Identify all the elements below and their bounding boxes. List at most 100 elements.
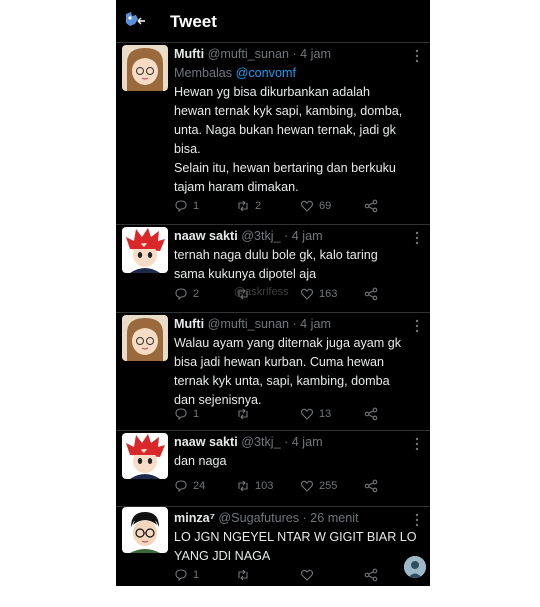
tweet-actions: 2 163 <box>174 287 404 303</box>
like-count: 163 <box>319 288 338 300</box>
display-name[interactable]: minza⁷ <box>174 511 215 525</box>
tweet-text-line: Walau ayam yang diternak juga ayam gk <box>174 336 402 350</box>
avatar-girl-icon <box>122 45 168 91</box>
heart-icon <box>300 408 314 420</box>
reply-button[interactable]: 24 <box>174 479 205 493</box>
reply-button[interactable]: 2 <box>174 287 199 301</box>
tweet-header: Mufti @mufti_sunan · 4 jam <box>174 45 420 64</box>
share-button[interactable] <box>364 407 378 421</box>
back-button[interactable] <box>122 10 148 32</box>
tweet-text-line: bisa. <box>174 142 201 156</box>
reply-button[interactable]: 1 <box>174 199 199 213</box>
timestamp[interactable]: · 26 menit <box>303 511 359 525</box>
tweet-text-line: sama kukunya dipotel aja <box>174 267 317 281</box>
mention-link[interactable]: @convomf <box>236 66 296 80</box>
tweet-text-line: dan naga <box>174 454 227 468</box>
display-name[interactable]: naaw sakti <box>174 229 238 243</box>
tweet-actions: 1 <box>174 568 404 584</box>
like-count: 255 <box>319 480 338 492</box>
share-icon <box>364 479 378 493</box>
reply-icon <box>175 288 187 301</box>
avatar[interactable] <box>122 45 168 91</box>
watermark: @askrlfess <box>234 286 289 298</box>
tweet-text-line: ternak kyk unta, sapi, kambing, domba <box>174 374 390 388</box>
share-icon <box>364 568 378 582</box>
reply-icon <box>175 200 187 213</box>
tweet-thread-screen: Tweet Mufti @mufti_sunan · 4 jam Membala… <box>116 0 430 586</box>
share-button[interactable] <box>364 479 378 493</box>
share-button[interactable] <box>364 568 378 582</box>
tweet-actions: 1 13 <box>174 407 404 423</box>
reply-count: 1 <box>193 408 200 420</box>
avatar[interactable] <box>122 227 168 273</box>
like-button[interactable]: 163 <box>300 287 337 301</box>
reply-button[interactable]: 1 <box>174 568 199 582</box>
timestamp[interactable]: · 4 jam <box>292 317 331 331</box>
avatar-boy-glasses-icon <box>122 507 168 553</box>
tweet-text-line: LO JGN NGEYEL NTAR W GIGIT BIAR LO <box>174 530 417 544</box>
like-count: 13 <box>319 408 332 420</box>
reply-icon <box>175 408 187 421</box>
timestamp[interactable]: · 4 jam <box>284 435 323 449</box>
handle[interactable]: @mufti_sunan <box>208 47 289 61</box>
display-name[interactable]: Mufti <box>174 317 204 331</box>
page-title: Tweet <box>170 12 217 31</box>
tweet-item[interactable]: Mufti @mufti_sunan · 4 jam Membalas @con… <box>116 42 430 225</box>
like-count: 69 <box>319 200 332 212</box>
reply-icon <box>175 480 187 493</box>
tweet-text-line: unta. Naga bukan hewan ternak, jadi gk <box>174 123 396 137</box>
reply-count: 2 <box>193 288 200 300</box>
tweet-header: naaw sakti @3tkj_ · 4 jam <box>174 227 420 246</box>
timestamp[interactable]: · 4 jam <box>292 47 331 61</box>
share-icon <box>364 407 378 421</box>
tweet-item[interactable]: naaw sakti @3tkj_ · 4 jam dan naga 24 10… <box>116 430 430 507</box>
display-name[interactable]: Mufti <box>174 47 204 61</box>
retweet-button[interactable]: 2 <box>236 199 261 213</box>
tweet-header: Mufti @mufti_sunan · 4 jam <box>174 315 420 334</box>
like-button[interactable] <box>300 568 319 582</box>
reply-icon <box>175 569 187 582</box>
tweet-text-line: Selain itu, hewan bertaring dan berkuku <box>174 161 396 175</box>
reply-count: 1 <box>193 200 200 212</box>
tweet-text-line: hewan ternak kyk sapi, kambing, domba, <box>174 104 403 118</box>
display-name[interactable]: naaw sakti <box>174 435 238 449</box>
tweet-item[interactable]: naaw sakti @3tkj_ · 4 jam ternah naga du… <box>116 224 430 313</box>
tweet-header: minza⁷ @Sugafutures · 26 menit <box>174 509 420 528</box>
timestamp[interactable]: · 4 jam <box>284 229 323 243</box>
retweet-button[interactable] <box>236 568 255 582</box>
share-button[interactable] <box>364 287 378 301</box>
share-icon <box>364 199 378 213</box>
like-button[interactable]: 255 <box>300 479 337 493</box>
share-button[interactable] <box>364 199 378 213</box>
handle[interactable]: @3tkj_ <box>241 229 280 243</box>
avatar[interactable] <box>122 315 168 361</box>
like-button[interactable]: 69 <box>300 199 331 213</box>
tweet-actions: 1 2 69 <box>174 199 404 215</box>
retweet-button[interactable] <box>236 407 255 421</box>
avatar-redhair-icon <box>122 433 168 479</box>
retweet-button[interactable]: 103 <box>236 479 273 493</box>
user-avatar-icon <box>404 556 426 578</box>
tweet-header: naaw sakti @3tkj_ · 4 jam <box>174 433 420 452</box>
avatar[interactable] <box>122 507 168 553</box>
retweet-icon <box>238 569 248 581</box>
reply-count: 1 <box>193 569 200 581</box>
top-bar: Tweet <box>116 0 430 42</box>
tweet-text-line: Hewan yg bisa dikurbankan adalah <box>174 85 371 99</box>
avatar[interactable] <box>122 433 168 479</box>
retweet-icon <box>238 200 248 212</box>
tweet-item[interactable]: Mufti @mufti_sunan · 4 jam Walau ayam ya… <box>116 312 430 431</box>
tweet-item[interactable]: minza⁷ @Sugafutures · 26 menit LO JGN NG… <box>116 506 430 586</box>
avatar-girl-icon <box>122 315 168 361</box>
tweet-text-line: tajam haram dimakan. <box>174 180 299 194</box>
handle[interactable]: @mufti_sunan <box>208 317 289 331</box>
bird-avatar-icon <box>126 12 145 26</box>
handle[interactable]: @Sugafutures <box>218 511 299 525</box>
like-button[interactable]: 13 <box>300 407 331 421</box>
retweet-icon <box>238 480 248 492</box>
handle[interactable]: @3tkj_ <box>241 435 280 449</box>
tweet-text-line: bisa jadi hewan kurban. Cuma hewan <box>174 355 385 369</box>
floating-avatar-button[interactable] <box>404 556 426 578</box>
reply-button[interactable]: 1 <box>174 407 199 421</box>
heart-icon <box>300 200 314 212</box>
